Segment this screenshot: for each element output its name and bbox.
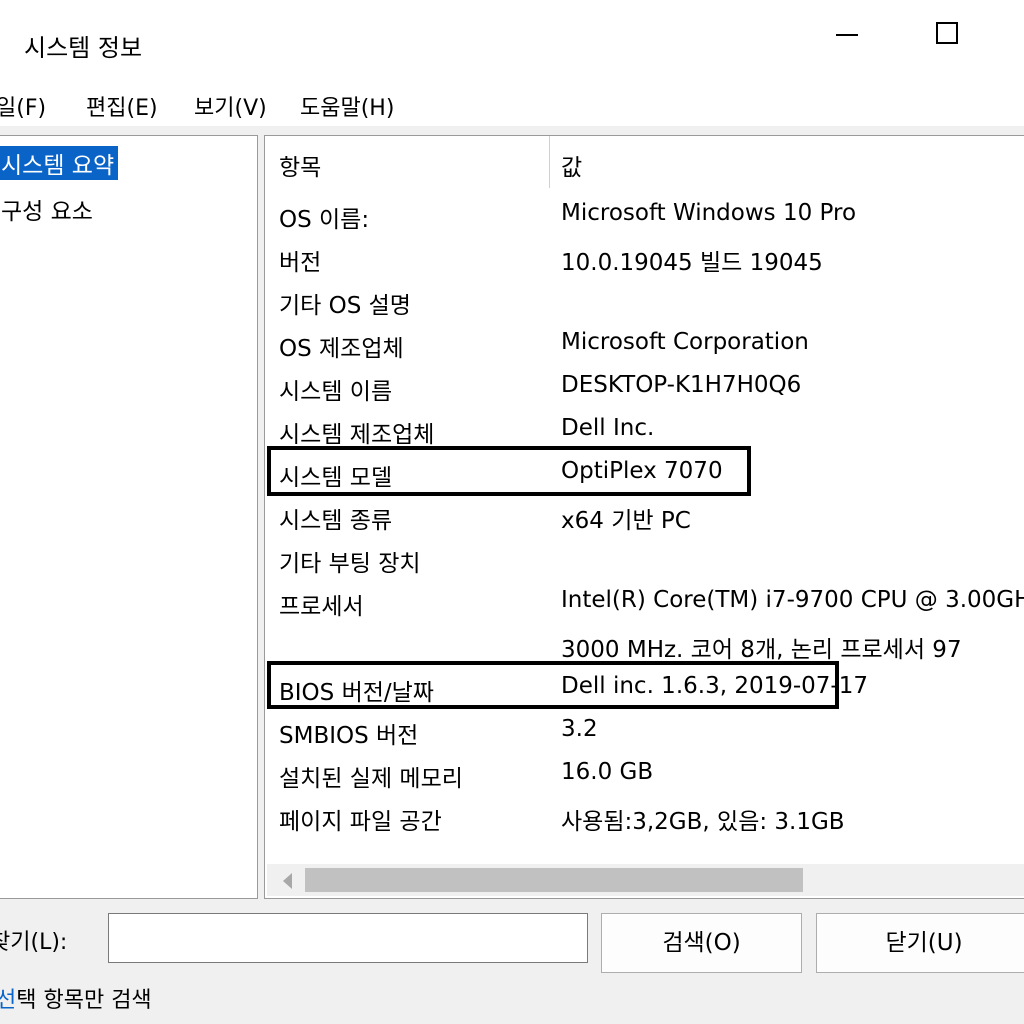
row-item: OS 이름: <box>279 207 370 233</box>
find-label: 찾기(L): <box>0 930 68 955</box>
option-label-accent: 선 <box>0 988 17 1013</box>
details-list: 항목 값 OS 이름: Microsoft Windows 10 Pro 버전 … <box>264 135 1024 899</box>
menu-view[interactable]: 보기(V) <box>194 90 267 122</box>
table-row[interactable]: 시스템 모델 OptiPlex 7070 <box>265 452 1024 495</box>
menu-bar: 일(F) 편집(E) 보기(V) 도움말(H) <box>0 80 1024 126</box>
row-value: Microsoft Corporation <box>561 329 809 355</box>
close-find-button[interactable]: 닫기(U) <box>816 913 1024 973</box>
column-header-value[interactable]: 값 <box>561 148 582 182</box>
menu-edit[interactable]: 편집(E) <box>86 90 158 122</box>
row-item: 기타 OS 설명 <box>279 293 411 319</box>
maximize-icon <box>936 22 958 44</box>
table-row[interactable]: 기타 부팅 장치 <box>265 538 1024 581</box>
table-row[interactable]: BIOS 버전/날짜 Dell inc. 1.6.3, 2019-07-17 <box>265 667 1024 710</box>
row-item: OS 제조업체 <box>279 336 404 362</box>
table-row[interactable]: 버전 10.0.19045 빌드 19045 <box>265 237 1024 280</box>
row-value: 16.0 GB <box>561 759 654 785</box>
category-tree[interactable]: 시스템 요약 구성 요소 <box>0 135 258 899</box>
row-item: 버전 <box>279 250 322 276</box>
row-value: 3000 MHz. 코어 8개, 논리 프로세서 97 <box>561 637 962 663</box>
row-value: Dell Inc. <box>561 415 655 441</box>
column-header-item[interactable]: 항목 <box>279 148 321 182</box>
table-row[interactable]: 시스템 이름 DESKTOP-K1H7H0Q6 <box>265 366 1024 409</box>
search-selected-only-option[interactable]: 선택 항목만 검색 <box>0 982 152 1014</box>
table-row[interactable]: 설치된 실제 메모리 16.0 GB <box>265 753 1024 796</box>
row-item: 시스템 모델 <box>279 465 393 491</box>
horizontal-scrollbar[interactable] <box>267 864 1024 896</box>
row-value: DESKTOP-K1H7H0Q6 <box>561 372 802 398</box>
row-item: 시스템 제조업체 <box>279 422 435 448</box>
table-row[interactable]: 시스템 제조업체 Dell Inc. <box>265 409 1024 452</box>
tree-item-components[interactable]: 구성 요소 <box>0 192 97 226</box>
row-value: x64 기반 PC <box>561 508 691 534</box>
row-item: 기타 부팅 장치 <box>279 551 421 577</box>
table-row[interactable]: OS 제조업체 Microsoft Corporation <box>265 323 1024 366</box>
minimize-button[interactable] <box>830 14 890 54</box>
table-row[interactable]: OS 이름: Microsoft Windows 10 Pro <box>265 194 1024 237</box>
option-label: 택 항목만 검색 <box>16 988 152 1013</box>
row-item: 프로세서 <box>279 594 364 620</box>
scrollbar-thumb[interactable] <box>305 868 803 892</box>
row-item: 시스템 이름 <box>279 379 393 405</box>
system-information-window: 시스템 정보 일(F) 편집(E) 보기(V) 도움말(H) 시스템 요약 구성… <box>0 0 1024 1024</box>
search-button[interactable]: 검색(O) <box>601 913 802 973</box>
row-item: 설치된 실제 메모리 <box>279 766 463 792</box>
menu-help[interactable]: 도움말(H) <box>300 90 394 122</box>
table-row[interactable]: 3000 MHz. 코어 8개, 논리 프로세서 97 <box>265 624 1024 667</box>
scroll-left-arrow-icon[interactable] <box>283 873 292 889</box>
row-item: 시스템 종류 <box>279 508 393 534</box>
row-value: Microsoft Windows 10 Pro <box>561 200 857 226</box>
minimize-icon <box>836 34 858 36</box>
table-row[interactable]: SMBIOS 버전 3.2 <box>265 710 1024 753</box>
row-value: OptiPlex 7070 <box>561 458 723 484</box>
find-input[interactable] <box>108 913 588 963</box>
row-item: BIOS 버전/날짜 <box>279 680 434 706</box>
title-bar: 시스템 정보 <box>0 0 1024 80</box>
column-divider[interactable] <box>549 136 550 188</box>
tree-item-system-summary[interactable]: 시스템 요약 <box>0 146 119 180</box>
window-title: 시스템 정보 <box>24 34 143 62</box>
menu-file[interactable]: 일(F) <box>0 90 46 122</box>
maximize-button[interactable] <box>920 10 980 58</box>
table-row[interactable]: 기타 OS 설명 <box>265 280 1024 323</box>
row-value: Intel(R) Core(TM) i7-9700 CPU @ 3.00GHz <box>561 587 1024 613</box>
row-item: SMBIOS 버전 <box>279 723 419 749</box>
row-value: 3.2 <box>561 716 598 742</box>
row-value: 10.0.19045 빌드 19045 <box>561 250 823 276</box>
table-row[interactable]: 페이지 파일 공간 사용됨:3,2GB, 있음: 3.1GB <box>265 796 1024 839</box>
row-value: Dell inc. 1.6.3, 2019-07-17 <box>561 673 868 699</box>
row-item: 페이지 파일 공간 <box>279 809 442 835</box>
table-row[interactable]: 프로세서 Intel(R) Core(TM) i7-9700 CPU @ 3.0… <box>265 581 1024 624</box>
row-value: 사용됨:3,2GB, 있음: 3.1GB <box>561 809 845 835</box>
table-row[interactable]: 시스템 종류 x64 기반 PC <box>265 495 1024 538</box>
